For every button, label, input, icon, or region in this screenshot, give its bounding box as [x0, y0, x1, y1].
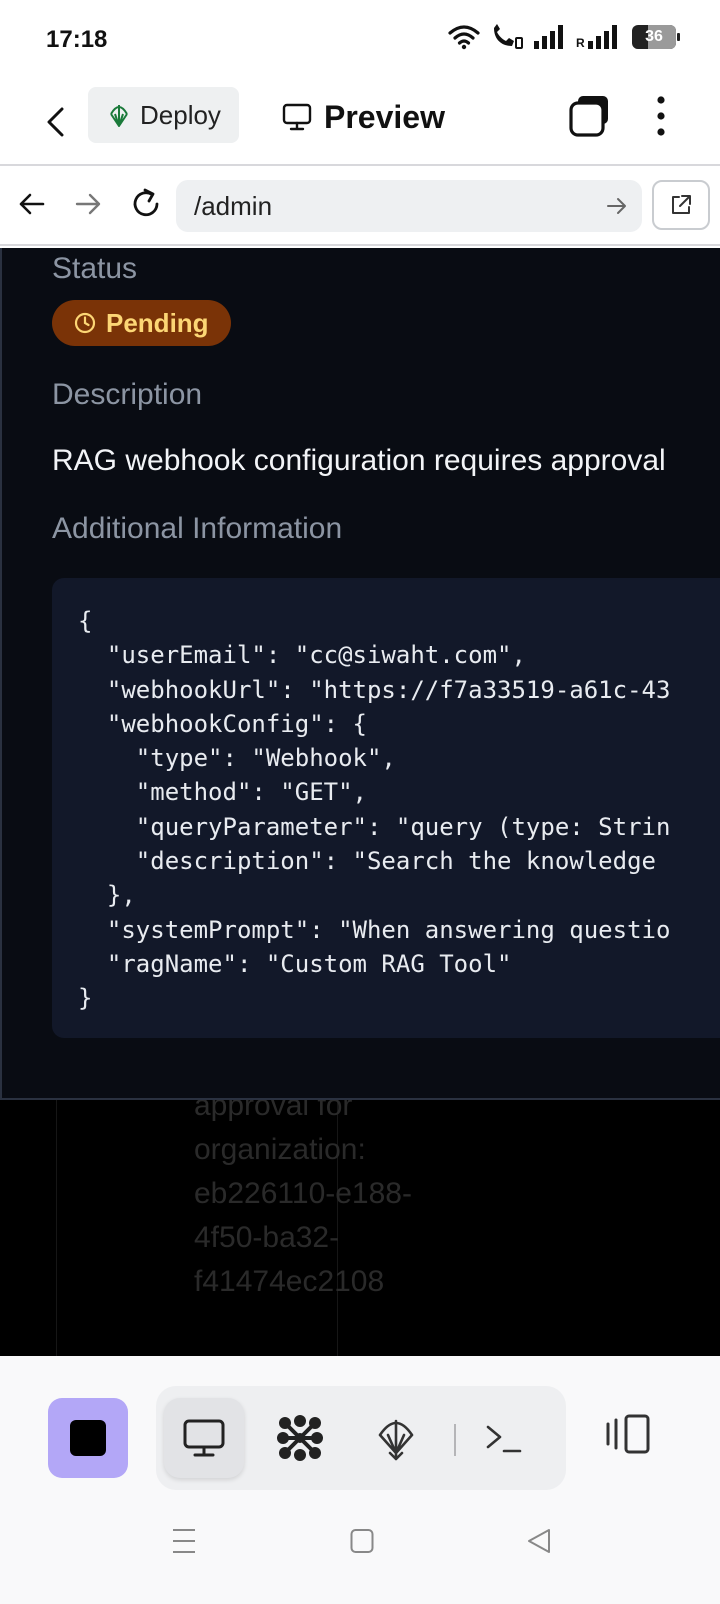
deploy-icon [378, 1419, 414, 1461]
svg-text:R: R [576, 36, 585, 49]
wifi-icon [448, 25, 480, 50]
app-header: Deploy Preview [0, 80, 720, 166]
device-toggle-icon[interactable] [604, 1414, 652, 1454]
roaming-signal-icon: R [576, 25, 617, 49]
integrations-tool-button[interactable] [260, 1398, 340, 1478]
status-icons: R 36 [448, 24, 680, 50]
status-badge: Pending [52, 300, 231, 346]
reload-icon[interactable] [130, 186, 162, 222]
arrow-right-icon[interactable] [74, 188, 102, 220]
terminal-icon [486, 1425, 522, 1453]
url-text: /admin [194, 190, 273, 221]
preview-label: Preview [324, 98, 445, 135]
status-label: Status [52, 252, 138, 285]
home-icon[interactable] [350, 1528, 374, 1554]
background-text: approval for organization: eb226110-e188… [194, 1089, 412, 1298]
menu-icon[interactable] [172, 1528, 196, 1554]
preview-tab[interactable]: Preview [282, 92, 445, 142]
wifi-call-icon [494, 24, 523, 49]
deploy-button[interactable]: Deploy [88, 87, 239, 143]
open-external-button[interactable] [652, 180, 710, 230]
system-nav-bar [0, 1490, 720, 1604]
chevron-left-icon [47, 107, 64, 137]
status-badge-text: Pending [106, 307, 209, 338]
web-content: approval for organization: eb226110-e188… [0, 248, 720, 1356]
tabs-icon[interactable] [568, 94, 612, 138]
description-text: RAG webhook configuration requires appro… [52, 444, 666, 477]
integrations-icon [277, 1415, 323, 1461]
deploy-label: Deploy [140, 99, 221, 130]
external-link-icon [672, 195, 691, 214]
back-triangle-icon[interactable] [526, 1528, 552, 1554]
deploy-tool-button[interactable] [356, 1398, 436, 1478]
additional-info-label: Additional Information [52, 512, 343, 545]
description-label: Description [52, 378, 203, 411]
monitor-icon [282, 103, 312, 131]
url-bar: /admin [0, 168, 720, 246]
clock-icon [74, 312, 96, 334]
status-bar: 17:18 R 36 [0, 0, 720, 80]
more-options-icon[interactable] [646, 94, 676, 138]
tool-group [156, 1386, 566, 1490]
url-input[interactable]: /admin [176, 180, 642, 232]
json-code: { "userEmail": "cc@siwaht.com", "webhook… [78, 607, 671, 1013]
status-time: 17:18 [46, 26, 108, 53]
preview-tool-button[interactable] [164, 1398, 244, 1478]
terminal-tool-button[interactable] [464, 1398, 544, 1478]
go-arrow-icon[interactable] [606, 194, 628, 218]
deploy-icon [110, 105, 128, 127]
stop-button[interactable] [48, 1398, 128, 1478]
toolbar-separator [454, 1424, 456, 1456]
json-code-block: { "userEmail": "cc@siwaht.com", "webhook… [52, 578, 720, 1038]
back-button[interactable] [36, 96, 76, 148]
battery-level: 36 [645, 28, 663, 45]
signal-icon [534, 25, 563, 49]
bottom-toolbar [0, 1356, 720, 1490]
arrow-left-icon[interactable] [18, 188, 46, 220]
request-details-panel: Status Pending Description RAG webhook c… [0, 248, 720, 1100]
battery-icon: 36 [632, 25, 680, 49]
stop-icon [70, 1420, 106, 1456]
monitor-icon [183, 1419, 225, 1457]
